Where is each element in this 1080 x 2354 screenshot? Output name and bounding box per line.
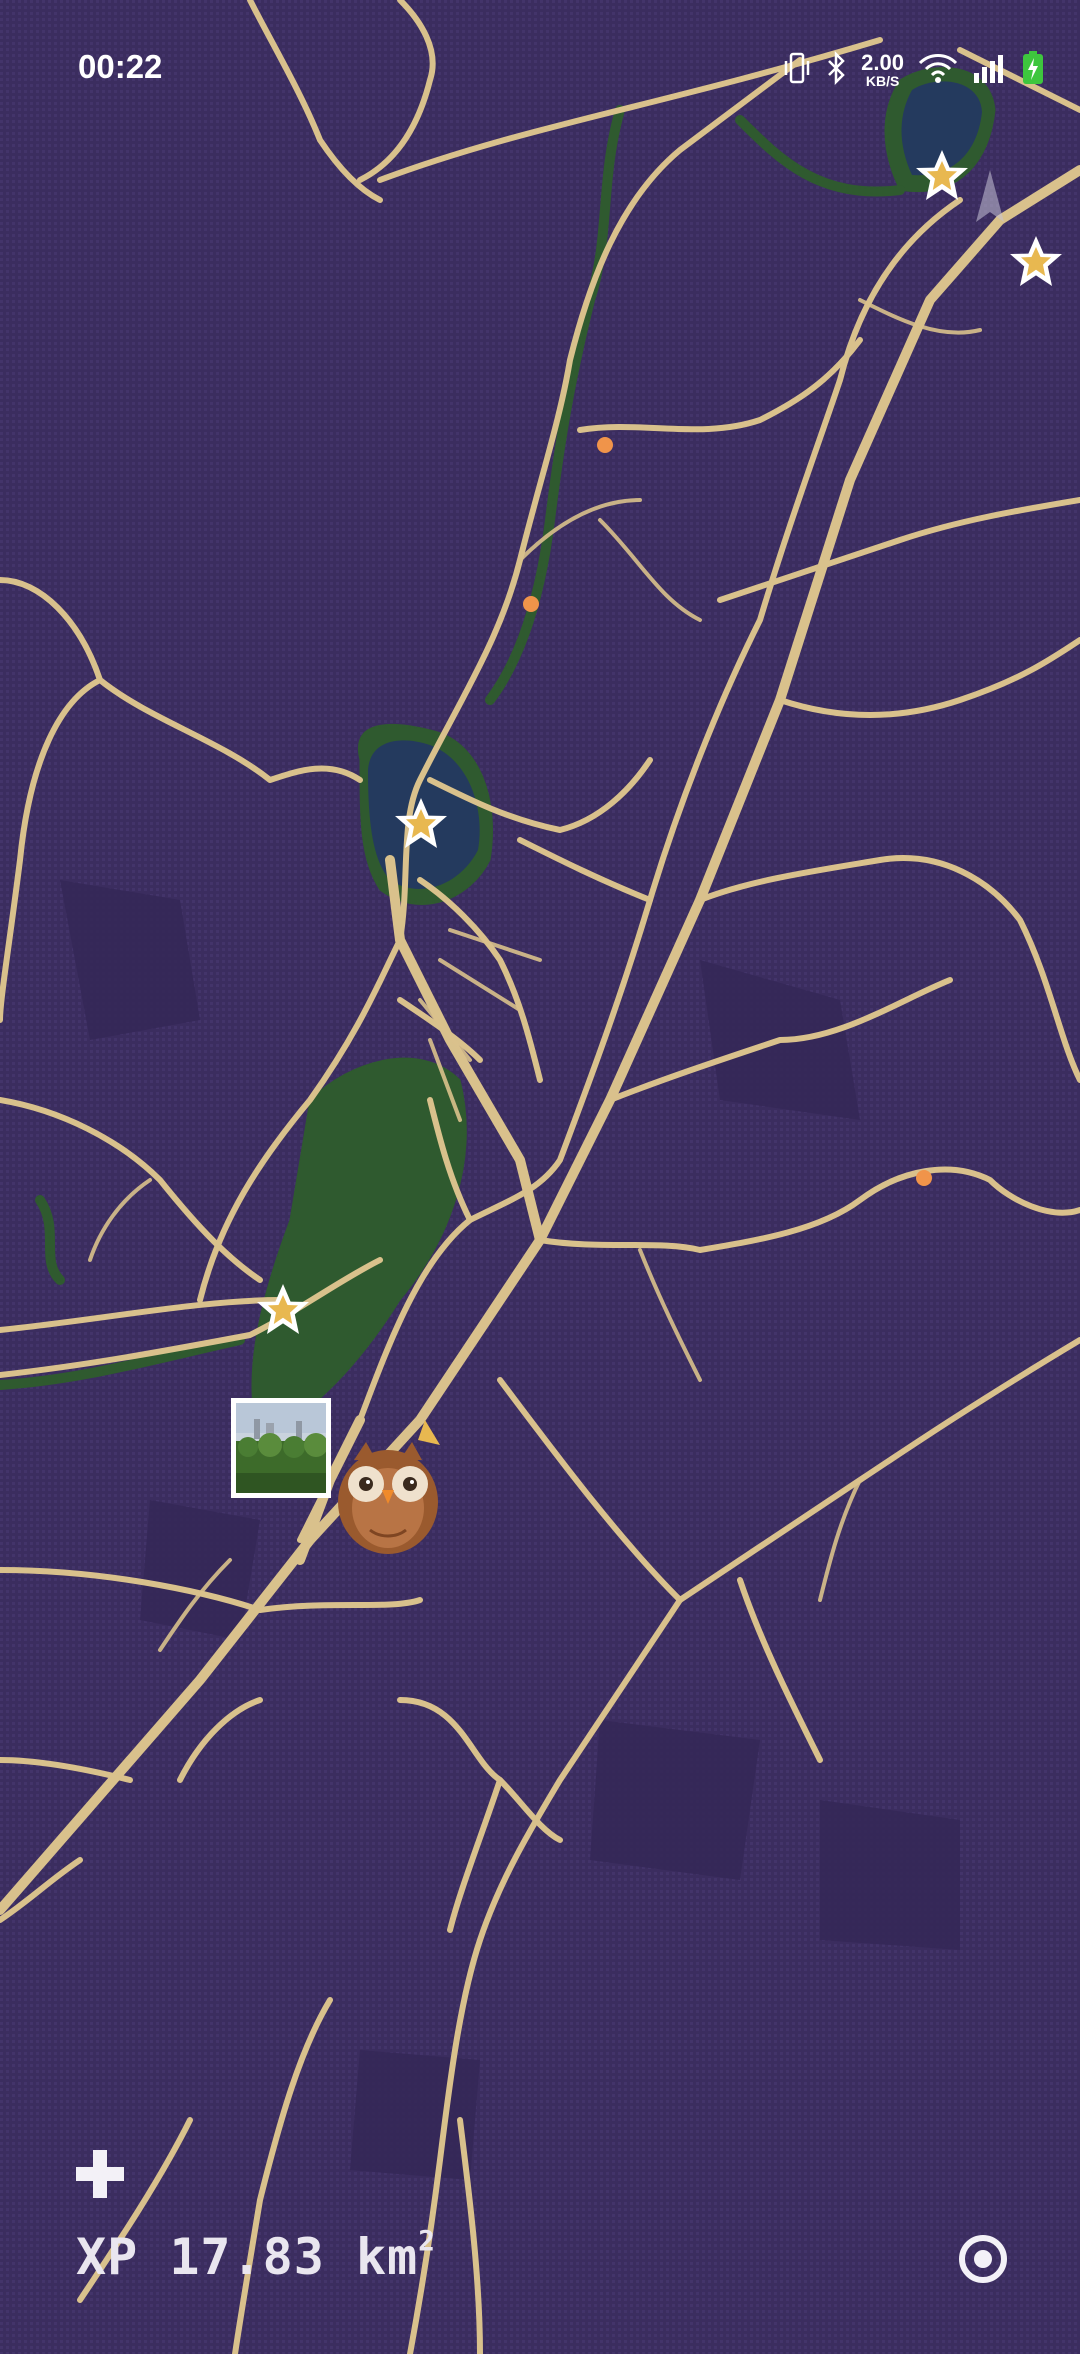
poi-dot <box>523 596 539 612</box>
owl-avatar[interactable] <box>330 1420 450 1560</box>
poi-dot <box>597 437 613 453</box>
locate-icon <box>959 2235 1007 2283</box>
bluetooth-icon <box>825 50 847 89</box>
xp-value: 17.83 <box>169 2228 325 2286</box>
poi-dot <box>916 1170 932 1186</box>
xp-unit-exponent: 2 <box>418 2224 437 2258</box>
map-canvas[interactable] <box>0 0 1080 2354</box>
status-time: 00:22 <box>78 48 163 85</box>
xp-prefix: XP <box>76 2228 139 2286</box>
plus-icon <box>76 2150 124 2198</box>
vibrate-icon <box>783 51 811 89</box>
network-speed-unit: KB/S <box>865 73 900 89</box>
photo-thumbnail[interactable] <box>231 1398 331 1498</box>
xp-counter: XP 17.83 km2 <box>76 2224 436 2286</box>
locate-button[interactable] <box>956 2232 1010 2286</box>
xp-unit: km <box>355 2228 419 2286</box>
wifi-icon <box>918 52 958 88</box>
status-icons: 2.00 KB/S <box>783 50 1044 89</box>
add-button[interactable] <box>72 2146 128 2202</box>
signal-icon <box>972 53 1008 87</box>
network-speed-value: 2.00 <box>861 50 904 75</box>
network-speed: 2.00 KB/S <box>861 50 904 89</box>
photo-image <box>236 1403 326 1493</box>
battery-charging-icon <box>1022 51 1044 89</box>
status-bar: 00:22 2.00 KB/S <box>0 0 1080 140</box>
